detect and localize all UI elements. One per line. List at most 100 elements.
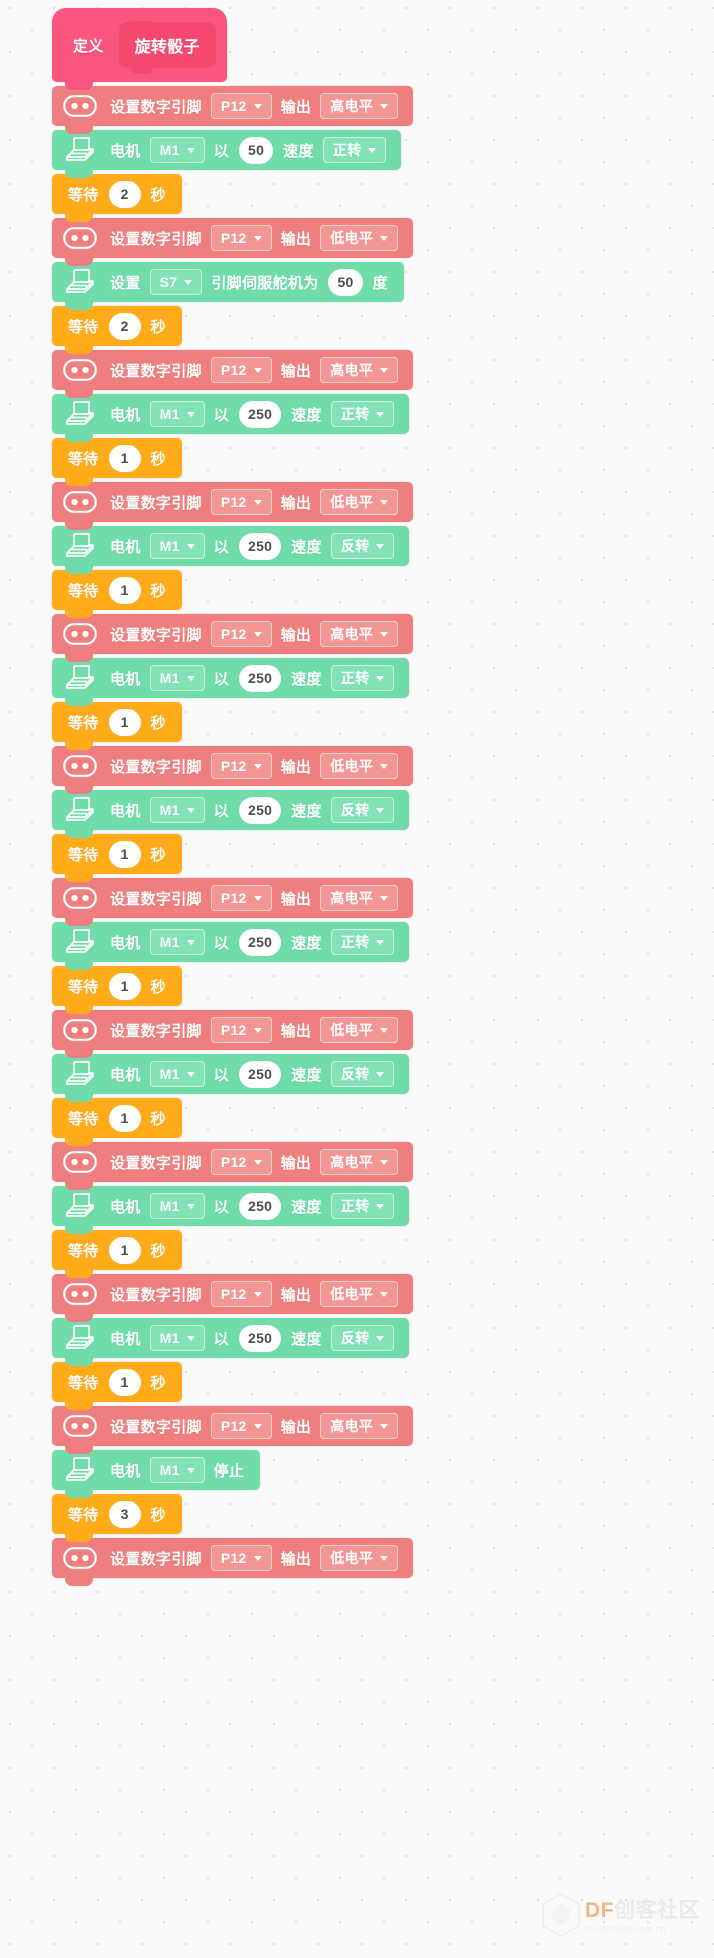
motor-speed-input[interactable]: 250 — [238, 1060, 282, 1088]
motor-run-block[interactable]: 电机 M1 以 250 速度 正转 — [52, 393, 410, 442]
set-digital-pin-block[interactable]: 设置数字引脚 P12 输出 低电平 — [52, 745, 414, 794]
motor-direction-dropdown[interactable]: 反转 — [330, 533, 395, 559]
wait-seconds-input[interactable]: 2 — [108, 180, 141, 208]
wait-seconds-input[interactable]: 1 — [108, 708, 141, 736]
block-workspace-canvas[interactable]: 定义 旋转骰子 设置数字引脚 P12 输出 高电平 电机 M1 以 50 速度 正转 等待 2 秒设置数字引… — [0, 0, 714, 1958]
level-dropdown[interactable]: 高电平 — [320, 93, 399, 119]
motor-direction-dropdown[interactable]: 正转 — [330, 401, 395, 427]
set-digital-pin-block[interactable]: 设置数字引脚 P12 输出 低电平 — [52, 481, 414, 530]
motor-run-block[interactable]: 电机 M1 以 250 速度 反转 — [52, 1053, 410, 1102]
set-digital-pin-block[interactable]: 设置数字引脚 P12 输出 高电平 — [52, 349, 414, 398]
set-digital-pin-block[interactable]: 设置数字引脚 P12 输出 高电平 — [52, 877, 414, 926]
level-dropdown[interactable]: 低电平 — [320, 489, 399, 515]
motor-run-block[interactable]: 电机 M1 以 250 速度 正转 — [52, 1185, 410, 1234]
motor-speed-input[interactable]: 250 — [238, 400, 282, 428]
define-hat-block[interactable]: 定义 旋转骰子 — [52, 8, 227, 90]
motor-run-block[interactable]: 电机 M1 以 50 速度 正转 — [52, 129, 402, 178]
set-digital-pin-block[interactable]: 设置数字引脚 P12 输出 低电平 — [52, 1009, 414, 1058]
motor-run-block[interactable]: 电机 M1 以 250 速度 正转 — [52, 657, 410, 706]
motor-port-dropdown[interactable]: M1 — [149, 137, 205, 163]
wait-block[interactable]: 等待 2 秒 — [52, 173, 182, 222]
motor-direction-dropdown[interactable]: 反转 — [330, 1061, 395, 1087]
level-dropdown[interactable]: 低电平 — [320, 1017, 399, 1043]
pin-dropdown[interactable]: P12 — [210, 753, 272, 779]
wait-block[interactable]: 等待 1 秒 — [52, 1361, 182, 1410]
wait-seconds-input[interactable]: 3 — [108, 1500, 141, 1528]
pin-dropdown[interactable]: P12 — [210, 357, 272, 383]
motor-port-dropdown[interactable]: M1 — [149, 797, 205, 823]
pin-dropdown[interactable]: P12 — [210, 885, 272, 911]
pin-dropdown[interactable]: P12 — [210, 489, 272, 515]
level-dropdown[interactable]: 低电平 — [320, 225, 399, 251]
set-digital-pin-block[interactable]: 设置数字引脚 P12 输出 高电平 — [52, 85, 414, 134]
motor-speed-input[interactable]: 250 — [238, 664, 282, 692]
pin-dropdown[interactable]: P12 — [210, 1017, 272, 1043]
wait-block[interactable]: 等待 1 秒 — [52, 965, 182, 1014]
level-dropdown[interactable]: 高电平 — [320, 357, 399, 383]
pin-dropdown[interactable]: P12 — [210, 1281, 272, 1307]
wait-seconds-input[interactable]: 1 — [108, 1236, 141, 1264]
set-servo-block[interactable]: 设置 S7 引脚伺服舵机为 50 度 — [52, 261, 404, 310]
motor-run-block[interactable]: 电机 M1 以 250 速度 反转 — [52, 525, 410, 574]
motor-direction-dropdown[interactable]: 反转 — [330, 797, 395, 823]
motor-run-block[interactable]: 电机 M1 以 250 速度 反转 — [52, 1317, 410, 1366]
pin-dropdown[interactable]: P12 — [210, 225, 272, 251]
motor-port-dropdown[interactable]: M1 — [149, 1325, 205, 1351]
wait-seconds-input[interactable]: 2 — [108, 312, 141, 340]
set-digital-pin-block[interactable]: 设置数字引脚 P12 输出 低电平 — [52, 1273, 414, 1322]
motor-speed-input[interactable]: 50 — [238, 136, 274, 164]
set-digital-pin-block[interactable]: 设置数字引脚 P12 输出 低电平 — [52, 217, 414, 266]
servo-angle-input[interactable]: 50 — [328, 268, 363, 296]
level-dropdown[interactable]: 低电平 — [320, 1281, 399, 1307]
motor-direction-dropdown[interactable]: 正转 — [330, 929, 395, 955]
wait-block[interactable]: 等待 1 秒 — [52, 1097, 182, 1146]
wait-seconds-input[interactable]: 1 — [108, 972, 141, 1000]
wait-block[interactable]: 等待 1 秒 — [52, 701, 182, 750]
wait-block[interactable]: 等待 1 秒 — [52, 1229, 182, 1278]
set-digital-pin-block[interactable]: 设置数字引脚 P12 输出 高电平 — [52, 1141, 414, 1190]
motor-port-dropdown[interactable]: M1 — [149, 1457, 205, 1483]
motor-port-dropdown[interactable]: M1 — [149, 929, 205, 955]
motor-speed-input[interactable]: 250 — [238, 532, 282, 560]
level-dropdown[interactable]: 高电平 — [320, 1149, 399, 1175]
wait-seconds-input[interactable]: 1 — [108, 576, 141, 604]
motor-speed-input[interactable]: 250 — [238, 928, 282, 956]
servo-pin-dropdown[interactable]: S7 — [149, 269, 203, 295]
wait-block[interactable]: 等待 3 秒 — [52, 1493, 182, 1542]
wait-seconds-input[interactable]: 1 — [108, 444, 141, 472]
wait-block[interactable]: 等待 2 秒 — [52, 305, 182, 354]
motor-direction-dropdown[interactable]: 正转 — [330, 665, 395, 691]
level-dropdown[interactable]: 高电平 — [320, 885, 399, 911]
wait-seconds-input[interactable]: 1 — [108, 1368, 141, 1396]
motor-run-block[interactable]: 电机 M1 以 250 速度 正转 — [52, 921, 410, 970]
motor-stop-block[interactable]: 电机 M1 停止 — [52, 1449, 261, 1498]
wait-seconds-input[interactable]: 1 — [108, 1104, 141, 1132]
level-dropdown[interactable]: 高电平 — [320, 1413, 399, 1439]
motor-speed-input[interactable]: 250 — [238, 1324, 282, 1352]
wait-block[interactable]: 等待 1 秒 — [52, 833, 182, 882]
motor-run-block[interactable]: 电机 M1 以 250 速度 反转 — [52, 789, 410, 838]
motor-port-dropdown[interactable]: M1 — [149, 533, 205, 559]
wait-block[interactable]: 等待 1 秒 — [52, 569, 182, 618]
motor-port-dropdown[interactable]: M1 — [149, 401, 205, 427]
level-dropdown[interactable]: 低电平 — [320, 1545, 399, 1571]
set-digital-pin-block[interactable]: 设置数字引脚 P12 输出 低电平 — [52, 1537, 414, 1586]
wait-seconds-input[interactable]: 1 — [108, 840, 141, 868]
pin-dropdown[interactable]: P12 — [210, 621, 272, 647]
motor-direction-dropdown[interactable]: 正转 — [330, 1193, 395, 1219]
set-digital-pin-block[interactable]: 设置数字引脚 P12 输出 高电平 — [52, 1405, 414, 1454]
wait-block[interactable]: 等待 1 秒 — [52, 437, 182, 486]
motor-port-dropdown[interactable]: M1 — [149, 1061, 205, 1087]
script-stack[interactable]: 定义 旋转骰子 设置数字引脚 P12 输出 高电平 电机 M1 以 50 速度 正转 等待 2 秒设置数字引… — [52, 8, 612, 1586]
set-digital-pin-block[interactable]: 设置数字引脚 P12 输出 高电平 — [52, 613, 414, 662]
motor-port-dropdown[interactable]: M1 — [149, 1193, 205, 1219]
procedure-name-block[interactable]: 旋转骰子 — [118, 21, 216, 74]
pin-dropdown[interactable]: P12 — [210, 93, 272, 119]
motor-speed-input[interactable]: 250 — [238, 796, 282, 824]
pin-dropdown[interactable]: P12 — [210, 1149, 272, 1175]
pin-dropdown[interactable]: P12 — [210, 1413, 272, 1439]
motor-direction-dropdown[interactable]: 反转 — [330, 1325, 395, 1351]
level-dropdown[interactable]: 高电平 — [320, 621, 399, 647]
level-dropdown[interactable]: 低电平 — [320, 753, 399, 779]
motor-speed-input[interactable]: 250 — [238, 1192, 282, 1220]
